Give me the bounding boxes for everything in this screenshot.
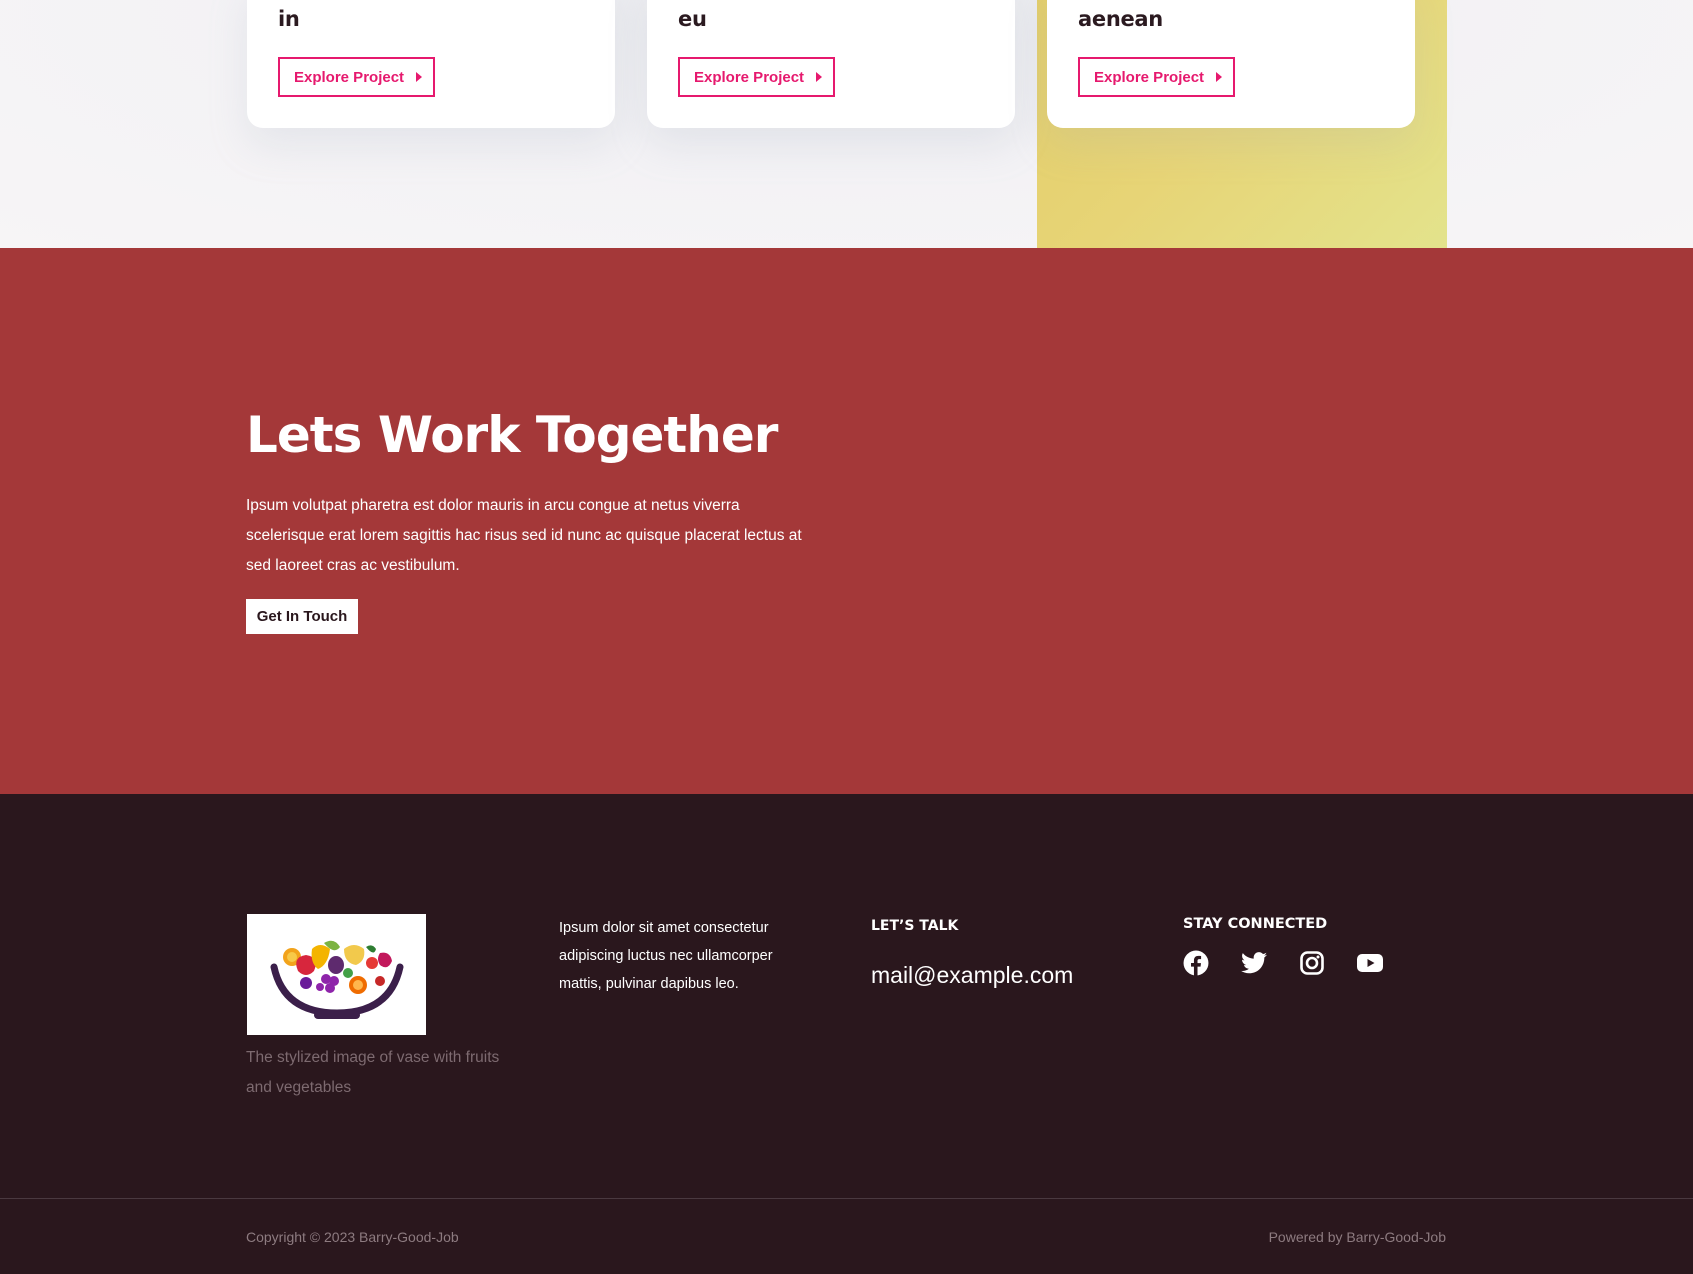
explore-project-button[interactable]: Explore Project	[1078, 57, 1235, 97]
youtube-icon[interactable]	[1357, 950, 1383, 976]
explore-project-label: Explore Project	[1094, 68, 1205, 86]
projects-section: in Explore Project eu Explore Project ae…	[0, 0, 1693, 248]
fruit-bowl-logo	[247, 914, 426, 1035]
explore-project-button[interactable]: Explore Project	[678, 57, 835, 97]
social-links	[1183, 950, 1383, 976]
footer-about-text: Ipsum dolor sit amet consectetur adipisc…	[559, 920, 773, 992]
footer-bottom-bar: Copyright © 2023 Barry-Good-Job Powered …	[0, 1199, 1693, 1274]
twitter-icon[interactable]	[1241, 950, 1267, 976]
caret-right-icon	[416, 72, 423, 82]
facebook-icon[interactable]	[1183, 950, 1209, 976]
project-card: eu Explore Project	[647, 0, 1015, 128]
caret-right-icon	[816, 72, 823, 82]
fruit-bowl-icon	[270, 940, 403, 1019]
project-card: in Explore Project	[247, 0, 615, 128]
copyright-text: Copyright © 2023 Barry-Good-Job	[246, 1229, 459, 1245]
lets-talk-heading: LET’S TALK	[871, 918, 959, 934]
cta-section: Lets Work Together Ipsum volutpat pharet…	[0, 248, 1693, 794]
logo-caption: The stylized image of vase with fruits a…	[246, 1049, 500, 1096]
cta-description: Ipsum volutpat pharetra est dolor mauris…	[246, 497, 802, 574]
explore-project-label: Explore Project	[294, 68, 405, 86]
powered-by-text: Powered by Barry-Good-Job	[1268, 1229, 1446, 1245]
footer: The stylized image of vase with fruits a…	[0, 794, 1693, 1198]
caret-right-icon	[1216, 72, 1223, 82]
instagram-icon[interactable]	[1299, 950, 1325, 976]
explore-project-button[interactable]: Explore Project	[278, 57, 435, 97]
project-card-title: eu	[678, 7, 707, 31]
project-card-title: aenean	[1078, 7, 1163, 31]
email-link[interactable]: mail@example.com	[871, 962, 1073, 989]
project-card: aenean Explore Project	[1047, 0, 1415, 128]
get-in-touch-button[interactable]: Get In Touch	[246, 599, 358, 634]
project-card-title: in	[278, 7, 300, 31]
cta-title: Lets Work Together	[246, 406, 778, 464]
stay-connected-heading: STAY CONNECTED	[1183, 916, 1328, 932]
explore-project-label: Explore Project	[694, 68, 805, 86]
